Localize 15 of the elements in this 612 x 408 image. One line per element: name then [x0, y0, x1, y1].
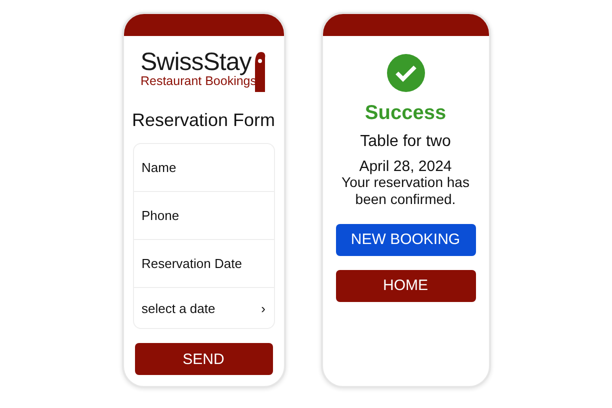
field-label: Reservation Date — [142, 256, 242, 271]
table-text: Table for two — [360, 133, 451, 151]
new-booking-button[interactable]: NEW BOOKING — [336, 224, 476, 256]
home-button[interactable]: HOME — [336, 270, 476, 302]
send-button[interactable]: SEND — [134, 343, 272, 375]
form-title: Reservation Form — [132, 110, 276, 131]
logo-name: SwissStay — [140, 50, 252, 75]
logo-subtitle: Restaurant Bookings — [140, 75, 257, 89]
success-title: Success — [364, 102, 446, 125]
date-picker[interactable]: select a date › — [142, 300, 266, 316]
check-icon — [386, 54, 424, 92]
date-text: April 28, 2024 — [359, 159, 452, 174]
text-field[interactable]: Name — [142, 160, 266, 175]
confirmation-message: Your reservation has been confirmed. — [340, 174, 470, 208]
text-field[interactable]: Phone — [142, 208, 266, 223]
